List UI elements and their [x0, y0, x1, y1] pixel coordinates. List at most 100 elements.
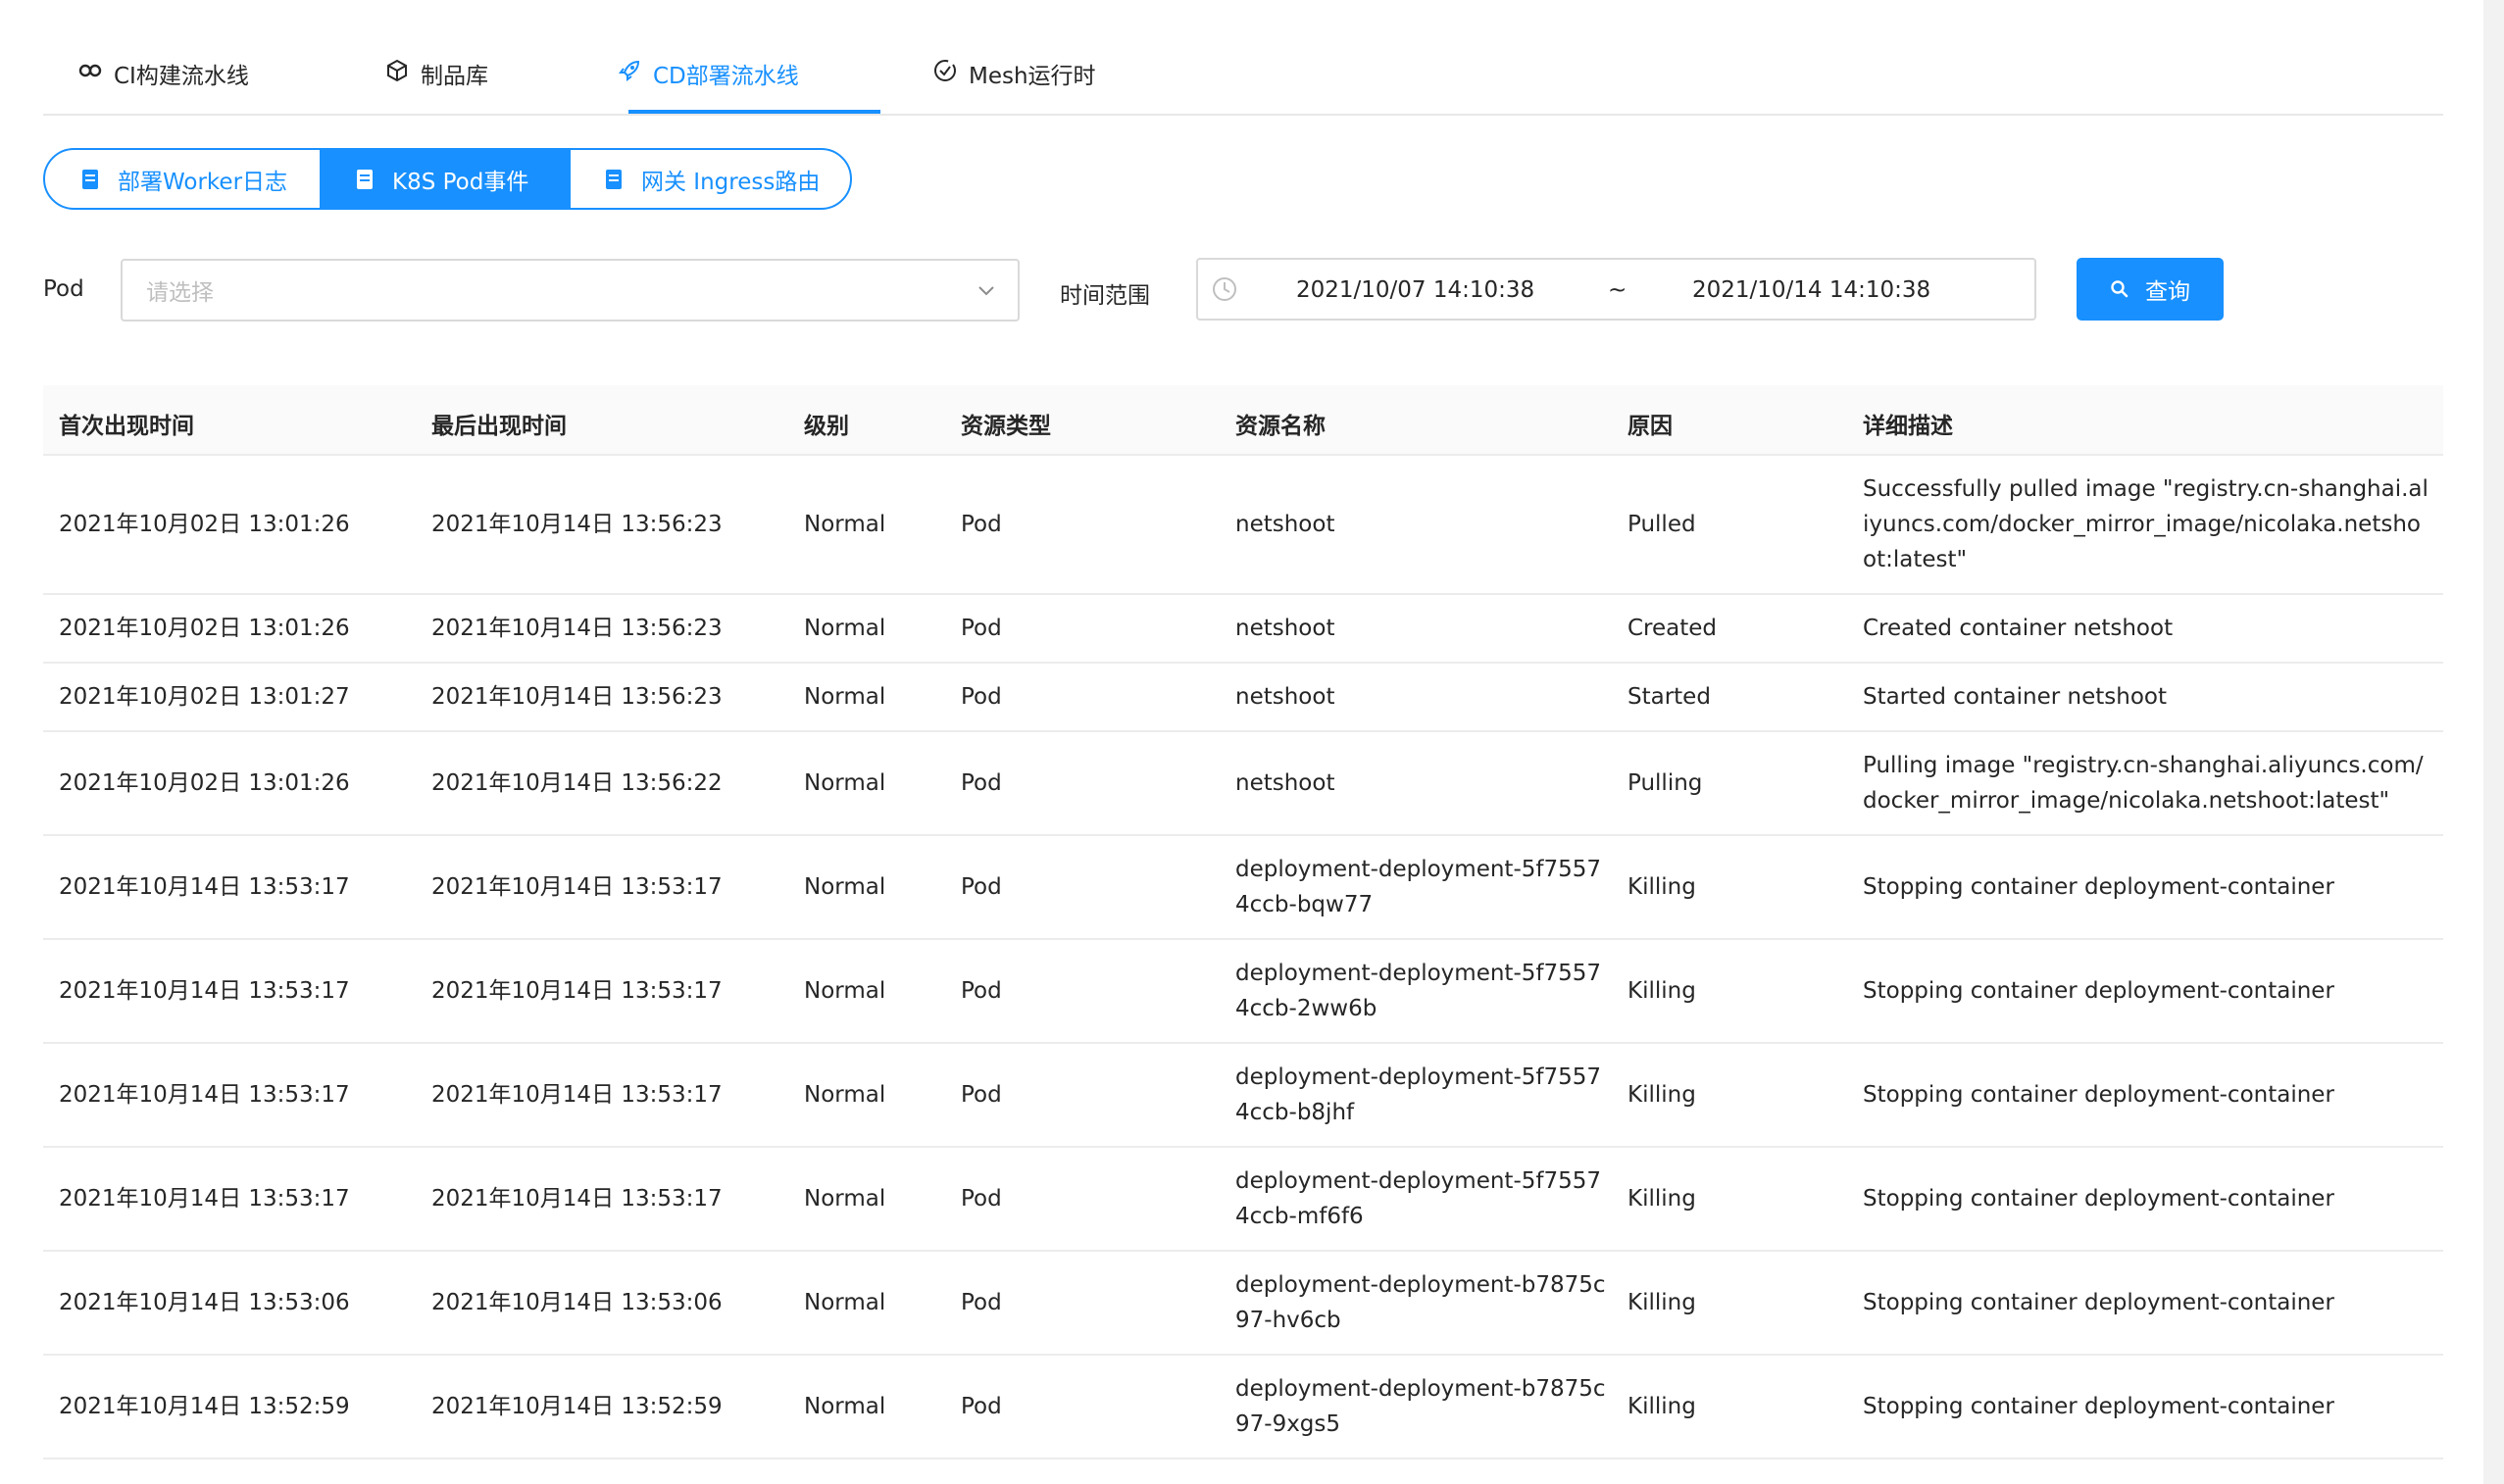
range-end-input[interactable]: 2021/10/14 14:10:38	[1692, 277, 1930, 303]
description-cell: Created container netshoot	[1863, 616, 2174, 641]
search-icon	[2110, 279, 2129, 299]
reason-cell: Killing	[1628, 1290, 1696, 1315]
rocket-icon	[616, 57, 643, 84]
description-cell: Stopping container deployment-container	[1863, 874, 2334, 900]
column-header: 最后出现时间	[431, 414, 567, 439]
resource-name-cell: deployment-deployment-5f75574ccb-b8jhf	[1235, 1064, 1602, 1125]
description-cell: Pulling image "registry.cn-shanghai.aliy…	[1863, 753, 2424, 814]
reason-cell: Pulled	[1628, 512, 1696, 537]
resource-name-cell: deployment-deployment-b7875c97-hv6cb	[1235, 1272, 1606, 1333]
reason-cell: Started	[1628, 684, 1711, 710]
link-icon	[76, 57, 104, 84]
resource-type-cell: Pod	[961, 1082, 1002, 1108]
pipeline-tabs: CI构建流水线 制品库 CD部署流水线 Mesh运行时	[43, 0, 2443, 116]
description-cell: Successfully pulled image "registry.cn-s…	[1863, 476, 2429, 572]
tab-artifact-repo[interactable]: 制品库	[383, 57, 488, 116]
document-icon	[80, 169, 100, 190]
page-scrollbar[interactable]	[2483, 0, 2504, 1484]
table-row: 2021年10月02日 13:01:26 2021年10月14日 13:56:22…	[43, 732, 2443, 836]
resource-name-cell: deployment-deployment-5f75574ccb-2ww6b	[1235, 961, 1602, 1021]
column-header: 详细描述	[1863, 414, 1953, 439]
resource-name-cell: deployment-deployment-5f75574ccb-mf6f6	[1235, 1168, 1602, 1229]
resource-type-cell: Pod	[961, 770, 1002, 796]
range-start-input[interactable]: 2021/10/07 14:10:38	[1296, 277, 1534, 303]
first-seen-cell: 2021年10月02日 13:01:26	[59, 512, 350, 537]
table-header: 首次出现时间 最后出现时间 级别 资源类型 资源名称 原因 详细描述	[43, 385, 2443, 456]
tab-worker-logs[interactable]: 部署Worker日志	[43, 148, 322, 210]
check-circle-icon	[931, 57, 959, 84]
resource-type-cell: Pod	[961, 1186, 1002, 1212]
level-cell: Normal	[804, 770, 886, 796]
level-cell: Normal	[804, 1082, 886, 1108]
column-header: 原因	[1628, 414, 1673, 439]
reason-cell: Created	[1628, 616, 1718, 641]
level-cell: Normal	[804, 978, 886, 1004]
time-range-picker[interactable]: 2021/10/07 14:10:38 ~ 2021/10/14 14:10:3…	[1196, 258, 2036, 321]
last-seen-cell: 2021年10月14日 13:52:59	[431, 1394, 723, 1419]
tab-label: K8S Pod事件	[392, 169, 529, 195]
last-seen-cell: 2021年10月14日 13:56:22	[431, 770, 723, 796]
tab-ci-pipeline[interactable]: CI构建流水线	[76, 57, 249, 116]
resource-name-cell: netshoot	[1235, 770, 1335, 796]
table-row: 2021年10月14日 13:53:17 2021年10月14日 13:53:17…	[43, 1044, 2443, 1148]
reason-cell: Killing	[1628, 1186, 1696, 1212]
chevron-down-icon	[977, 280, 996, 300]
tab-label: 网关 Ingress路由	[641, 169, 821, 195]
last-seen-cell: 2021年10月14日 13:56:23	[431, 684, 723, 710]
document-icon	[355, 169, 375, 190]
table-row: 2021年10月14日 13:53:17 2021年10月14日 13:53:17…	[43, 836, 2443, 940]
pod-select-placeholder: 请选择	[146, 280, 214, 306]
tab-cd-pipeline[interactable]: CD部署流水线	[616, 57, 799, 116]
reason-cell: Killing	[1628, 1394, 1696, 1419]
active-tab-indicator	[628, 110, 880, 114]
first-seen-cell: 2021年10月14日 13:53:17	[59, 1186, 350, 1212]
resource-type-cell: Pod	[961, 874, 1002, 900]
resource-name-cell: netshoot	[1235, 616, 1335, 641]
resource-name-cell: netshoot	[1235, 512, 1335, 537]
tab-label: 制品库	[421, 64, 488, 89]
resource-name-cell: netshoot	[1235, 684, 1335, 710]
reason-cell: Killing	[1628, 1082, 1696, 1108]
last-seen-cell: 2021年10月14日 13:53:17	[431, 1186, 723, 1212]
table-row: 2021年10月14日 13:53:06 2021年10月14日 13:53:06…	[43, 1252, 2443, 1356]
level-cell: Normal	[804, 1186, 886, 1212]
tab-mesh-runtime[interactable]: Mesh运行时	[931, 57, 1096, 116]
description-cell: Stopping container deployment-container	[1863, 978, 2334, 1004]
table-row: 2021年10月14日 13:52:59 2021年10月14日 13:52:59…	[43, 1356, 2443, 1459]
level-cell: Normal	[804, 874, 886, 900]
table-row: 2021年10月02日 13:01:26 2021年10月14日 13:56:23…	[43, 456, 2443, 595]
resource-type-cell: Pod	[961, 512, 1002, 537]
last-seen-cell: 2021年10月14日 13:56:23	[431, 616, 723, 641]
tab-k8s-pod-events[interactable]: K8S Pod事件	[322, 148, 569, 210]
description-cell: Started container netshoot	[1863, 684, 2168, 710]
last-seen-cell: 2021年10月14日 13:53:17	[431, 978, 723, 1004]
resource-type-cell: Pod	[961, 978, 1002, 1004]
description-cell: Stopping container deployment-container	[1863, 1290, 2334, 1315]
range-separator: ~	[1608, 277, 1628, 303]
tab-label: Mesh运行时	[969, 64, 1096, 89]
level-cell: Normal	[804, 1394, 886, 1419]
clock-icon	[1212, 276, 1237, 302]
first-seen-cell: 2021年10月14日 13:52:59	[59, 1394, 350, 1419]
reason-cell: Killing	[1628, 978, 1696, 1004]
first-seen-cell: 2021年10月02日 13:01:26	[59, 616, 350, 641]
tab-ingress-routes[interactable]: 网关 Ingress路由	[569, 148, 852, 210]
query-button[interactable]: 查询	[2077, 258, 2224, 321]
column-header: 级别	[804, 414, 849, 439]
last-seen-cell: 2021年10月14日 13:53:17	[431, 874, 723, 900]
description-cell: Stopping container deployment-container	[1863, 1082, 2334, 1108]
first-seen-cell: 2021年10月14日 13:53:17	[59, 874, 350, 900]
resource-type-cell: Pod	[961, 616, 1002, 641]
level-cell: Normal	[804, 616, 886, 641]
first-seen-cell: 2021年10月14日 13:53:17	[59, 1082, 350, 1108]
level-cell: Normal	[804, 684, 886, 710]
query-button-label: 查询	[2145, 279, 2190, 305]
pod-select[interactable]: 请选择	[121, 259, 1020, 322]
pod-label: Pod	[43, 276, 84, 302]
reason-cell: Killing	[1628, 874, 1696, 900]
column-header: 资源名称	[1235, 414, 1326, 439]
level-cell: Normal	[804, 1290, 886, 1315]
cube-icon	[383, 57, 411, 84]
time-range-label: 时间范围	[1060, 283, 1150, 309]
resource-type-cell: Pod	[961, 1394, 1002, 1419]
